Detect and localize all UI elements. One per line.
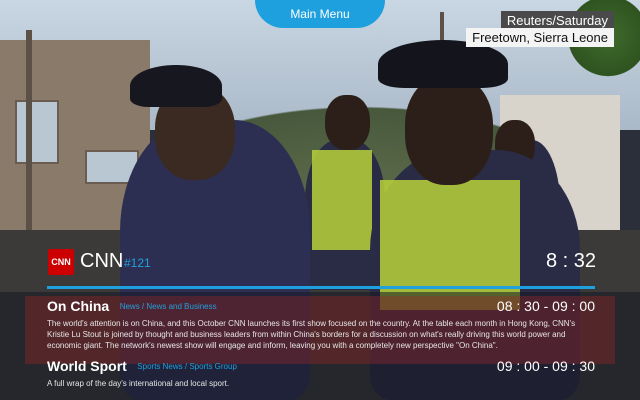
utility-pole: [26, 30, 32, 260]
genre-tag: Sports News: [137, 362, 183, 371]
main-menu-button[interactable]: Main Menu: [255, 0, 385, 28]
program-time: 08 : 30 - 09 : 00: [496, 298, 595, 314]
officer-cap: [130, 65, 222, 107]
genre-tag: Sports Group: [189, 362, 237, 371]
officer-cap: [378, 40, 508, 88]
current-time: 8 : 32: [545, 250, 596, 272]
reflective-vest: [380, 180, 520, 310]
program-genres: News / News and Business: [119, 302, 217, 311]
officer-head: [325, 95, 370, 150]
genre-tag: News: [119, 302, 140, 311]
genre-tag: News and Business: [146, 302, 217, 311]
officer-head: [405, 75, 493, 185]
window: [15, 100, 59, 164]
channel-name: CNN: [80, 250, 124, 272]
program-next[interactable]: World Sport Sports News / Sports Group 0…: [47, 358, 595, 389]
program-description: A full wrap of the day's international a…: [47, 379, 230, 388]
divider: [47, 286, 595, 289]
program-time: 09 : 00 - 09 : 30: [496, 358, 595, 374]
program-current[interactable]: On China News / News and Business 08 : 3…: [47, 298, 595, 351]
cnn-logo-icon: CNN: [48, 249, 74, 275]
channel-number: #121: [124, 256, 151, 270]
location-tag: Freetown, Sierra Leone: [466, 28, 614, 47]
channel-bar[interactable]: CNN CNN #121 8 : 32: [40, 246, 600, 280]
program-title: On China: [47, 298, 110, 314]
program-genres: Sports News / Sports Group: [137, 362, 237, 371]
program-title: World Sport: [47, 358, 127, 374]
program-description: The world's attention is on China, and t…: [47, 319, 576, 350]
reflective-vest: [312, 150, 372, 250]
